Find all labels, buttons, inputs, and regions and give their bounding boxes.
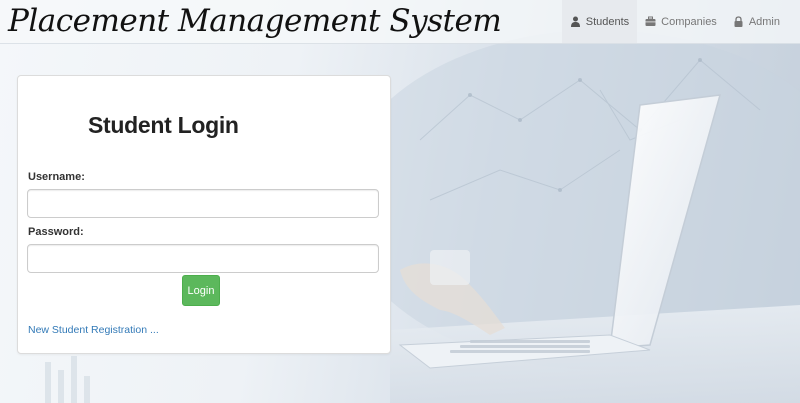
password-field[interactable] bbox=[27, 244, 379, 273]
user-icon bbox=[570, 16, 581, 27]
nav-students[interactable]: Students bbox=[561, 0, 638, 43]
lock-icon bbox=[733, 16, 744, 27]
brand-title[interactable]: Placement Management System bbox=[8, 1, 502, 41]
new-student-registration-link[interactable]: New Student Registration ... bbox=[28, 324, 159, 336]
nav-admin[interactable]: Admin bbox=[725, 0, 788, 43]
nav-companies[interactable]: Companies bbox=[637, 0, 725, 43]
nav-students-label: Students bbox=[585, 15, 630, 28]
password-label: Password: bbox=[28, 226, 84, 238]
briefcase-icon bbox=[645, 16, 656, 27]
login-button[interactable]: Login bbox=[182, 275, 220, 306]
username-label: Username: bbox=[28, 171, 85, 183]
nav-menu: Students Companies Admin bbox=[561, 0, 788, 43]
navbar: Placement Management System Students Com… bbox=[0, 0, 800, 44]
login-card: Student Login Username: Password: Login … bbox=[17, 75, 391, 354]
nav-companies-label: Companies bbox=[661, 15, 717, 28]
page-title: Student Login bbox=[88, 112, 239, 138]
nav-admin-label: Admin bbox=[748, 15, 780, 28]
username-field[interactable] bbox=[27, 189, 379, 218]
